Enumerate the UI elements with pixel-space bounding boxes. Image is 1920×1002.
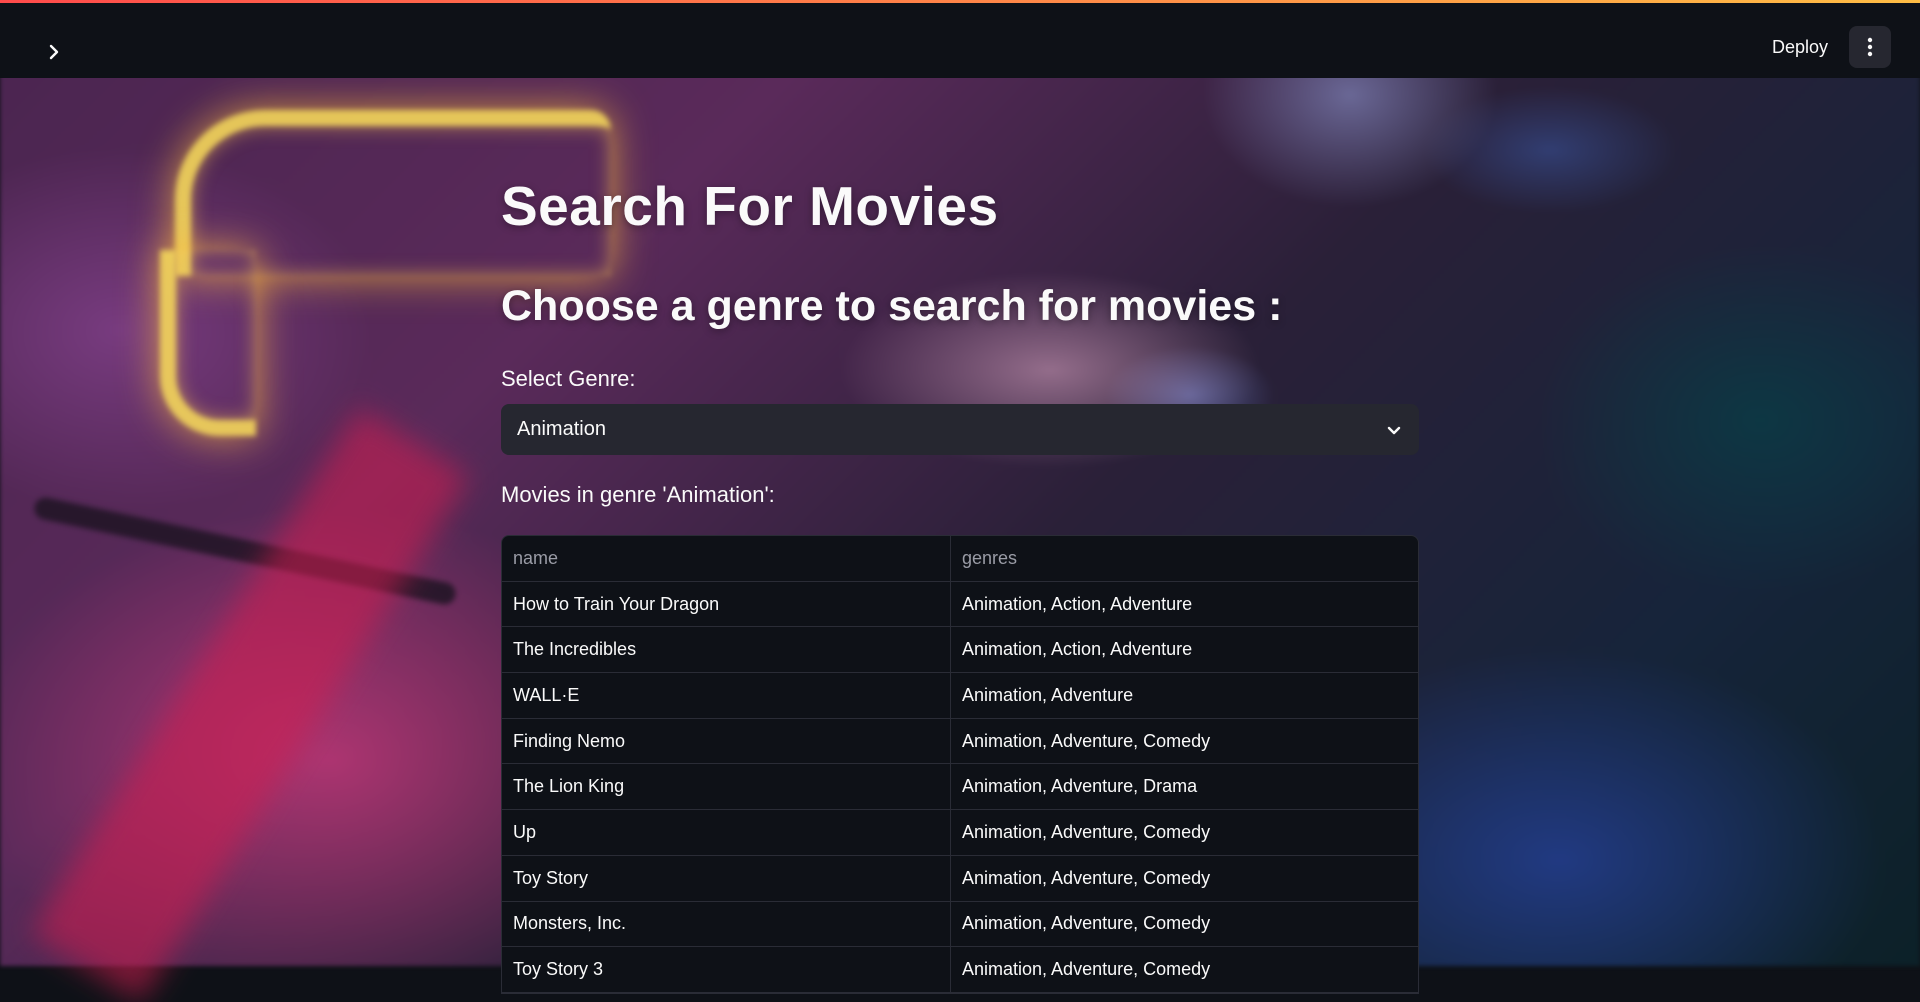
genre-select[interactable]: Animation [501, 404, 1419, 455]
table-cell-name[interactable]: WALL·E [502, 673, 951, 718]
chevron-right-icon [49, 44, 59, 60]
genre-select-value: Animation [517, 418, 606, 440]
table-row: The Incredibles Animation, Action, Adven… [502, 627, 1418, 674]
table-cell-genres[interactable]: Animation, Adventure, Comedy [951, 902, 1418, 947]
table-cell-name[interactable]: How to Train Your Dragon [502, 581, 951, 627]
table-row: Up Animation, Adventure, Comedy [502, 810, 1418, 856]
page-title: Search For Movies [501, 175, 999, 237]
table-cell-name[interactable]: Monsters, Inc. [502, 901, 951, 947]
table-cell-name[interactable]: Finding Nemo [502, 718, 951, 764]
column-header-genres[interactable]: genres [951, 536, 1418, 581]
table-row: Monsters, Inc. Animation, Adventure, Com… [502, 901, 1418, 948]
column-header-name[interactable]: name [502, 536, 951, 581]
table-cell-genres[interactable]: Animation, Action, Adventure [951, 627, 1418, 672]
table-row: The Lion King Animation, Adventure, Dram… [502, 764, 1418, 811]
table-row: WALL·E Animation, Adventure [502, 673, 1418, 719]
table-row: Finding Nemo Animation, Adventure, Comed… [502, 718, 1418, 765]
background-neon-sign [160, 250, 256, 436]
table-row: Toy Story 3 Animation, Adventure, Comedy [502, 947, 1418, 993]
movies-table[interactable]: name genres How to Train Your Dragon Ani… [501, 535, 1419, 994]
table-cell-genres[interactable]: Animation, Adventure, Comedy [951, 947, 1418, 992]
table-cell-name[interactable]: The Incredibles [502, 627, 951, 673]
chevron-down-icon [1387, 426, 1401, 434]
table-row: How to Train Your Dragon Animation, Acti… [502, 581, 1418, 628]
deploy-button[interactable]: Deploy [1764, 28, 1836, 66]
page-subtitle: Choose a genre to search for movies : [501, 282, 1283, 330]
table-cell-genres[interactable]: Animation, Adventure [951, 673, 1418, 718]
table-header-row: name genres [502, 536, 1418, 582]
table-cell-genres[interactable]: Animation, Adventure, Comedy [951, 810, 1418, 855]
table-cell-genres[interactable]: Animation, Adventure, Drama [951, 764, 1418, 809]
table-cell-name[interactable]: Toy Story [502, 855, 951, 901]
app-header [0, 0, 1920, 78]
table-cell-name[interactable]: Up [502, 810, 951, 855]
table-cell-genres[interactable]: Animation, Adventure, Comedy [951, 856, 1418, 901]
table-cell-name[interactable]: Toy Story 3 [502, 947, 951, 992]
sidebar-toggle-button[interactable] [38, 36, 70, 68]
header-decoration [0, 0, 1920, 3]
genre-select-label: Select Genre: [501, 366, 636, 391]
table-cell-genres[interactable]: Animation, Adventure, Comedy [951, 719, 1418, 764]
table-cell-name[interactable]: The Lion King [502, 764, 951, 810]
table-row: Toy Story Animation, Adventure, Comedy [502, 855, 1418, 902]
results-label: Movies in genre 'Animation': [501, 482, 775, 507]
main-menu-button[interactable] [1849, 26, 1891, 68]
more-vertical-icon [1867, 37, 1873, 57]
table-cell-genres[interactable]: Animation, Action, Adventure [951, 582, 1418, 627]
